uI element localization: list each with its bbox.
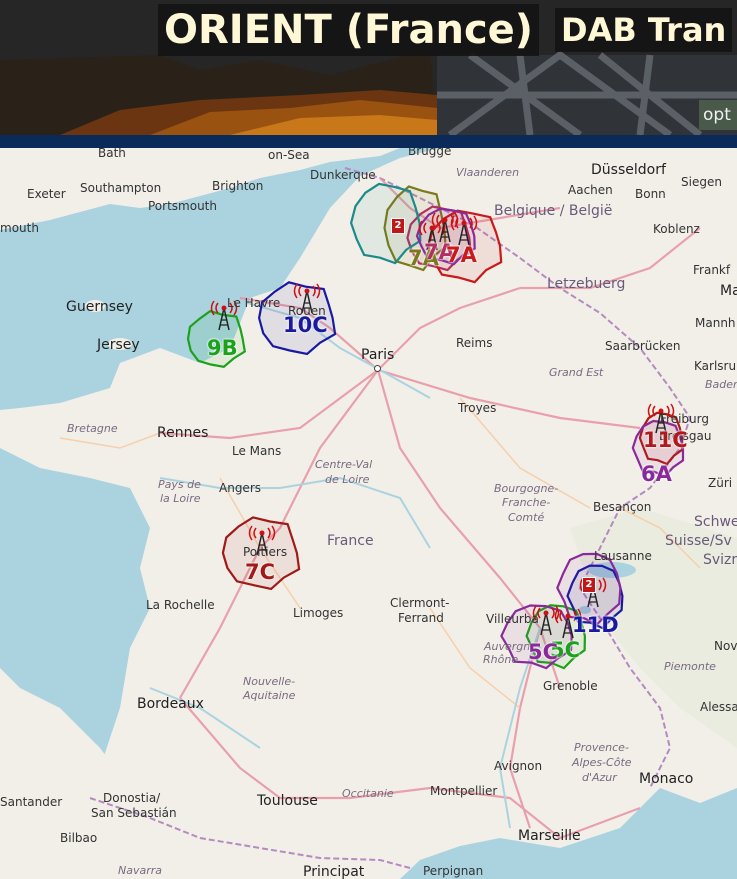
page-subtitle: DAB Tran: [555, 8, 733, 52]
city-label: Poitiers: [243, 545, 288, 559]
city-label: Dunkerque: [310, 168, 376, 182]
city-label: Piemonte: [664, 660, 716, 673]
country-label: Schwe: [694, 514, 737, 530]
paris-marker: [374, 365, 381, 372]
city-label: Principat: [303, 864, 365, 879]
city-label: Freiburg: [660, 412, 709, 426]
city-label: Jersey: [97, 337, 140, 353]
city-label: Mannh: [695, 316, 736, 330]
city-label: on-Sea: [268, 148, 310, 162]
city-label: Troyes: [458, 401, 497, 415]
city-label: Alpes-Côte: [572, 756, 632, 769]
channel-label[interactable]: 10C: [283, 313, 328, 337]
city-label: Angers: [219, 481, 261, 495]
city-label: Baden: [705, 378, 737, 391]
city-label: Pays de: [158, 478, 201, 491]
country-label: Letzebuerg: [547, 276, 626, 292]
city-label: Toulouse: [257, 793, 318, 809]
city-label: Frankf: [693, 263, 731, 277]
city-label: Alessa: [700, 700, 737, 714]
city-label: Ferrand: [398, 611, 444, 625]
channel-label[interactable]: 9B: [207, 336, 238, 360]
city-label: Marseille: [518, 828, 581, 844]
options-button[interactable]: opt: [699, 100, 737, 130]
city-label: Perpignan: [423, 864, 484, 878]
city-label: Brugge: [408, 148, 452, 158]
city-label: Villeurba: [486, 612, 539, 626]
city-label: Karlsru: [694, 359, 737, 373]
city-label: Franche-: [502, 496, 551, 509]
navigation-bar: [0, 135, 737, 148]
channel-label[interactable]: 7A: [446, 243, 477, 267]
city-label: Occitanie: [342, 787, 394, 800]
channel-label[interactable]: 6A: [641, 462, 672, 486]
city-label: Rhône: [483, 653, 519, 666]
channel-label[interactable]: 11C: [643, 428, 688, 452]
city-label: Siegen: [681, 175, 722, 189]
city-label: Brighton: [212, 179, 264, 193]
country-label: France: [327, 533, 374, 549]
city-label: Avignon: [494, 759, 543, 773]
city-label: Nov: [714, 639, 737, 653]
channel-label[interactable]: 7C: [245, 560, 275, 584]
city-label: Exeter: [27, 187, 66, 201]
city-label: Clermont-: [390, 596, 450, 610]
channel-label[interactable]: 11D: [572, 613, 619, 637]
city-label: Paris: [361, 347, 395, 363]
city-label: Düsseldorf: [591, 162, 666, 178]
country-label: Suisse/Sv: [665, 533, 732, 549]
city-label: d'Azur: [582, 771, 617, 784]
transmitter-count-badge[interactable]: 2: [391, 218, 405, 234]
city-label: Bordeaux: [137, 696, 204, 712]
city-label: Monaco: [639, 771, 694, 787]
city-label: Centre-Val: [315, 458, 373, 471]
country-label: Svizr: [703, 552, 737, 568]
city-label: Lausanne: [594, 549, 652, 563]
city-label: Nouvelle-: [243, 675, 296, 688]
city-label: Portsmouth: [148, 199, 217, 213]
city-label: Bourgogne-: [494, 482, 559, 495]
city-label: Le Havre: [227, 296, 281, 310]
page-title: ORIENT (France): [158, 4, 540, 56]
country-label: Belgique / België: [494, 203, 613, 219]
city-label: Besançon: [593, 500, 652, 514]
city-label: Koblenz: [653, 222, 700, 236]
city-label: Bath: [98, 148, 126, 160]
city-label: Guernsey: [66, 299, 133, 315]
map-view[interactable]: Bath on-Sea Brugge Vlaanderen Düsseldorf Exet…: [0, 148, 737, 879]
channel-label[interactable]: 5C: [528, 640, 558, 664]
city-label: Le Mans: [232, 444, 282, 458]
city-label: Donostia/: [103, 791, 161, 805]
city-label: Comté: [508, 511, 545, 524]
city-label: Bretagne: [67, 422, 118, 435]
transmitter-count-badge[interactable]: 2: [582, 577, 596, 593]
city-label: de Loire: [325, 473, 370, 486]
city-label: Southampton: [80, 181, 162, 195]
city-label: Santander: [0, 795, 63, 809]
city-label: la Loire: [160, 492, 201, 505]
page-header: ORIENT (France) DAB Tran opt: [0, 0, 737, 135]
city-label: Bilbao: [60, 831, 98, 845]
city-label: Aquitaine: [243, 689, 296, 702]
city-label: mouth: [0, 221, 39, 235]
city-label: La Rochelle: [146, 598, 215, 612]
city-label: Rennes: [157, 425, 209, 441]
city-label: Züri: [708, 476, 733, 490]
city-label: Bonn: [635, 187, 666, 201]
city-label: San Sebastián: [91, 806, 177, 820]
city-label: Reims: [456, 336, 493, 350]
city-label: Vlaanderen: [456, 166, 520, 179]
city-label: Saarbrücken: [605, 339, 681, 353]
city-label: Provence-: [574, 741, 629, 754]
city-label: Limoges: [293, 606, 344, 620]
city-label: Montpellier: [430, 784, 498, 798]
city-label: Ma: [720, 283, 737, 299]
city-label: Aachen: [568, 183, 613, 197]
city-label: Grand Est: [549, 366, 604, 379]
city-label: Grenoble: [543, 679, 598, 693]
city-label: Navarra: [118, 864, 163, 877]
